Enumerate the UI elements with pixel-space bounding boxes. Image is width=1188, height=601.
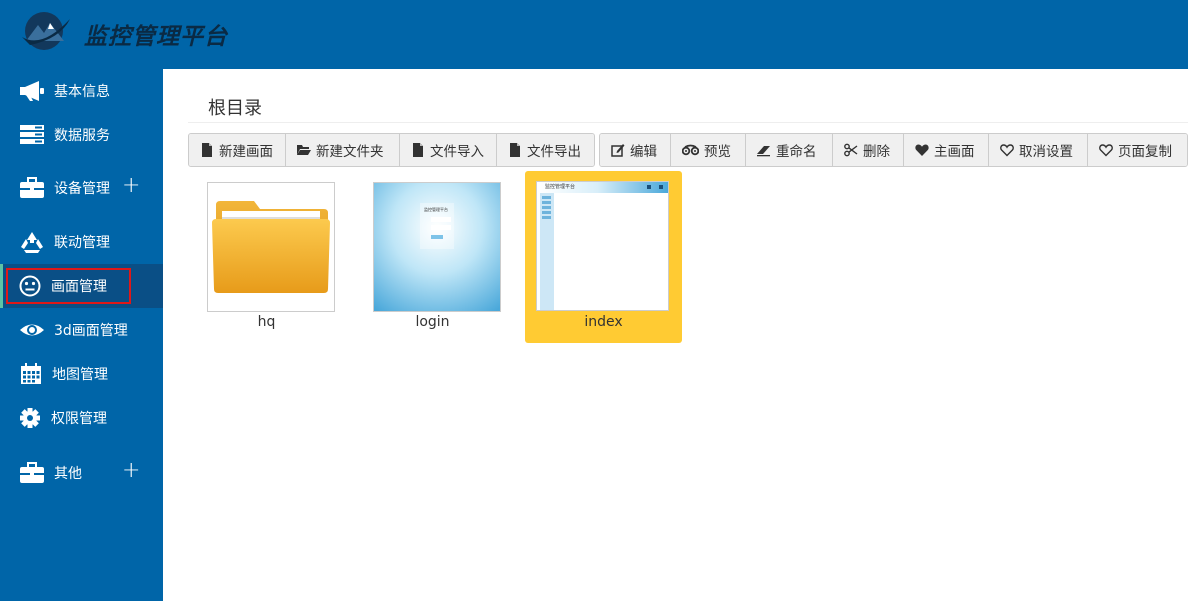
toolbar-file-group: 新建画面 新建文件夹 文件导入 文件导出	[188, 133, 595, 167]
heart-filled-icon	[915, 144, 929, 156]
file-tile-hq[interactable]: hq	[188, 171, 345, 343]
gear-icon	[20, 408, 40, 428]
sidebar-item-label: 联动管理	[54, 235, 110, 251]
sidebar-item-label: 其他	[54, 466, 82, 482]
edit-button[interactable]: 编辑	[600, 134, 671, 166]
preview-button[interactable]: 预览	[671, 134, 746, 166]
sidebar-item-basic-info[interactable]: 基本信息	[0, 69, 163, 113]
file-name: login	[415, 314, 450, 330]
recycle-icon	[21, 232, 43, 253]
sidebar-item-linkage-management[interactable]: 联动管理	[0, 220, 163, 264]
file-tile-index[interactable]: 监控管理平台 index	[525, 171, 682, 343]
button-label: 取消设置	[1019, 144, 1073, 160]
file-export-button[interactable]: 文件导出	[497, 134, 594, 166]
copy-page-button[interactable]: 页面复制	[1088, 134, 1187, 166]
app-title: 监控管理平台	[84, 24, 228, 50]
file-icon	[202, 143, 212, 157]
sidebar-item-device-management[interactable]: 设备管理 +	[0, 166, 163, 210]
folder-thumbnail	[207, 182, 335, 312]
sidebar: 基本信息 数据服务 设备管理 + 联动管理 画面管理 3d画面管理 地图管理 权…	[0, 69, 163, 601]
toolbar-edit-group: 编辑 预览 重命名 删除 主画面 取消设置 页面复制	[599, 133, 1188, 167]
login-screen-thumbnail: 监控管理平台	[373, 182, 501, 312]
calendar-icon	[21, 363, 41, 384]
login-screen-preview	[374, 183, 500, 311]
breadcrumb: 根目录	[208, 98, 262, 119]
button-label: 预览	[704, 144, 731, 160]
file-name: index	[584, 314, 623, 330]
expand-plus-icon[interactable]: +	[122, 174, 140, 198]
server-icon	[20, 125, 44, 144]
button-label: 删除	[863, 144, 890, 160]
divider	[188, 122, 1188, 123]
heart-outline-icon	[1099, 144, 1113, 157]
rename-button[interactable]: 重命名	[746, 134, 833, 166]
sidebar-item-data-service[interactable]: 数据服务	[0, 113, 163, 157]
file-import-button[interactable]: 文件导入	[400, 134, 497, 166]
button-label: 重命名	[776, 144, 817, 160]
folder-icon	[212, 201, 330, 293]
eraser-icon	[757, 146, 770, 157]
sidebar-item-3d-screen-management[interactable]: 3d画面管理	[0, 308, 163, 352]
bullhorn-icon	[20, 81, 44, 101]
sidebar-item-other[interactable]: 其他 +	[0, 451, 163, 495]
new-screen-button[interactable]: 新建画面	[189, 134, 286, 166]
index-screen-preview	[537, 182, 668, 310]
expand-plus-icon[interactable]: +	[122, 459, 140, 483]
index-screen-thumbnail: 监控管理平台	[536, 181, 669, 311]
button-label: 新建画面	[219, 144, 273, 160]
new-folder-button[interactable]: 新建文件夹	[286, 134, 400, 166]
sidebar-item-map-management[interactable]: 地图管理	[0, 352, 163, 396]
button-label: 文件导出	[527, 144, 581, 160]
cancel-setting-button[interactable]: 取消设置	[989, 134, 1088, 166]
smiley-icon	[19, 275, 41, 297]
folder-open-icon	[297, 145, 311, 155]
sidebar-item-screen-management[interactable]: 画面管理	[0, 264, 163, 308]
mountain-logo-icon	[22, 12, 70, 50]
briefcase-icon	[20, 177, 44, 198]
sidebar-item-label: 基本信息	[54, 84, 110, 100]
sidebar-item-label: 设备管理	[54, 181, 110, 197]
file-tile-login[interactable]: 监控管理平台 login	[354, 171, 511, 343]
button-label: 主画面	[934, 144, 975, 160]
button-label: 页面复制	[1118, 144, 1172, 160]
file-icon	[510, 143, 520, 157]
sidebar-item-label: 3d画面管理	[54, 323, 128, 339]
app-header: 监控管理平台	[0, 0, 1188, 69]
button-label: 文件导入	[430, 144, 484, 160]
main-content: 根目录 新建画面 新建文件夹 文件导入 文件导出 编辑 预览 重命名 删除 主画…	[163, 69, 1188, 601]
sidebar-item-label: 权限管理	[51, 411, 107, 427]
eye-icon	[20, 324, 44, 336]
scissors-icon	[844, 143, 858, 157]
index-thumb-title: 监控管理平台	[545, 184, 576, 190]
delete-button[interactable]: 删除	[833, 134, 904, 166]
sidebar-item-permission-management[interactable]: 权限管理	[0, 396, 163, 440]
binoculars-icon	[682, 144, 699, 156]
briefcase-icon	[20, 462, 44, 483]
file-icon	[413, 143, 423, 157]
heart-outline-icon	[1000, 144, 1014, 157]
sidebar-item-label: 画面管理	[51, 279, 107, 295]
sidebar-item-label: 数据服务	[54, 128, 110, 144]
sidebar-item-label: 地图管理	[52, 367, 108, 383]
login-thumb-title: 监控管理平台	[424, 207, 448, 212]
main-screen-button[interactable]: 主画面	[904, 134, 989, 166]
button-label: 新建文件夹	[316, 144, 384, 160]
file-name: hq	[257, 314, 276, 330]
button-label: 编辑	[630, 144, 657, 160]
edit-icon	[611, 144, 625, 157]
